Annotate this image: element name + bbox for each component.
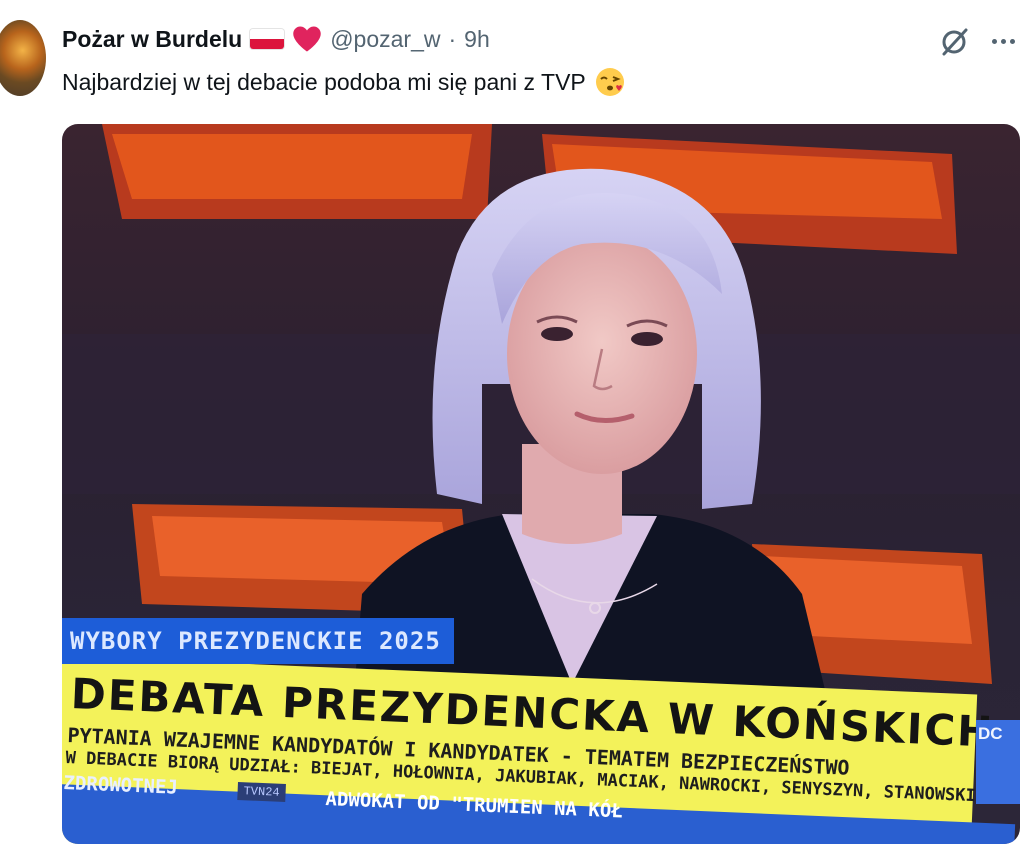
tweet-time[interactable]: 9h [464,26,490,53]
author-avatar[interactable] [0,20,46,96]
author-handle[interactable]: @pozar_w [330,26,440,53]
heart-icon [293,26,321,52]
tweet-body: Najbardziej w tej debacie podoba mi się … [62,68,586,95]
poland-flag-icon [250,29,285,49]
tweet-header: Pożar w Burdelu @pozar_w · 9h [62,24,490,54]
tvn24-logo: TVN24 [237,782,286,802]
separator-dot: · [448,25,457,52]
ticker-tag: WYBORY PREZYDENCKIE 2025 [62,618,454,664]
tweet-media-image[interactable]: WYBORY PREZYDENCKIE 2025 DEBATA PREZYDEN… [62,124,1020,844]
author-name[interactable]: Pożar w Burdelu [62,26,242,53]
more-options-icon[interactable] [986,26,1020,56]
kissing-face-emoji [595,68,624,96]
side-panel-text: DC [976,720,1020,804]
grok-icon[interactable] [936,24,972,60]
tweet-text: Najbardziej w tej debacie podoba mi się … [62,66,626,98]
